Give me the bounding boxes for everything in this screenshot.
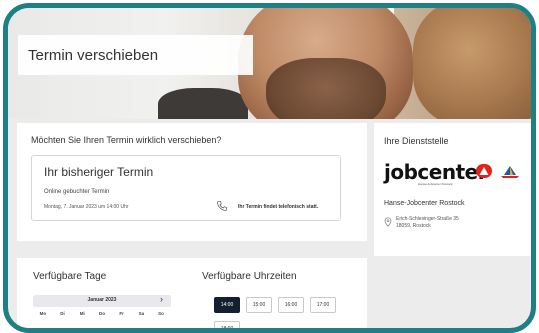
available-times-heading: Verfügbare Uhrzeiten xyxy=(202,271,297,282)
appointment-type: Online gebuchter Termin xyxy=(44,189,110,195)
availability-card: Verfügbare Tage Verfügbare Uhrzeiten Jan… xyxy=(17,258,367,328)
weekday-label: Sa xyxy=(138,311,145,316)
logo-subtext: Hanse-Jobcenter Rostock xyxy=(418,182,453,186)
phone-icon xyxy=(217,201,227,211)
hanse-sail-logo-icon xyxy=(501,166,519,178)
time-slot[interactable]: 16:00 xyxy=(278,297,304,313)
office-card: Ihre Dienststelle jobcenter Hanse-Jobcen… xyxy=(374,123,531,256)
question-heading: Möchten Sie Ihren Termin wirklich versch… xyxy=(31,135,222,145)
time-slot[interactable]: 18:00 xyxy=(214,321,240,328)
calendar-next-button[interactable]: › xyxy=(160,294,163,304)
time-slot-selected[interactable]: 14:00 xyxy=(214,297,240,313)
office-address-city: 18059, Rostock xyxy=(396,223,431,229)
jobcenter-logo: jobcenter Hanse-Jobcenter Rostock xyxy=(384,160,519,186)
time-slot[interactable]: 15:00 xyxy=(246,297,272,313)
weekday-label: Do xyxy=(98,311,105,316)
available-days-heading: Verfügbare Tage xyxy=(33,271,107,282)
weekday-label: Mo xyxy=(39,311,47,316)
weekday-label: So xyxy=(158,311,164,316)
office-heading: Ihre Dienststelle xyxy=(384,136,449,146)
previous-appointment-title: Ihr bisheriger Termin xyxy=(44,165,154,179)
logo-wordmark: jobcenter xyxy=(384,160,488,184)
reschedule-question-card: Möchten Sie Ihren Termin wirklich versch… xyxy=(17,123,367,241)
office-name: Hanse-Jobcenter Rostock xyxy=(384,200,465,207)
phone-note: Ihr Termin findet telefonisch statt. xyxy=(238,204,319,210)
device-frame: Termin verschieben Möchten Sie Ihren Ter… xyxy=(3,3,536,333)
calendar-header: Januar 2023 › xyxy=(33,294,171,307)
page-title: Termin verschieben xyxy=(28,46,159,64)
appointment-datetime: Montag, 7. Januar 2023 um 14:00 Uhr xyxy=(44,204,129,210)
weekday-label: Fr xyxy=(119,311,124,316)
calendar-weekdays: Mo Di Mi Do Fr Sa So xyxy=(33,311,171,316)
logo-red-badge-icon xyxy=(476,164,492,178)
weekday-label: Mi xyxy=(79,311,85,316)
previous-appointment-box: Ihr bisheriger Termin Online gebuchter T… xyxy=(31,155,341,221)
office-address-street: Erich-Schlesinger-Straße 35 xyxy=(396,216,459,222)
page-title-box: Termin verschieben xyxy=(18,35,253,75)
time-slot[interactable]: 17:00 xyxy=(310,297,336,313)
calendar-month: Januar 2023 xyxy=(87,297,117,303)
location-pin-icon xyxy=(384,217,392,227)
weekday-label: Di xyxy=(60,311,65,316)
